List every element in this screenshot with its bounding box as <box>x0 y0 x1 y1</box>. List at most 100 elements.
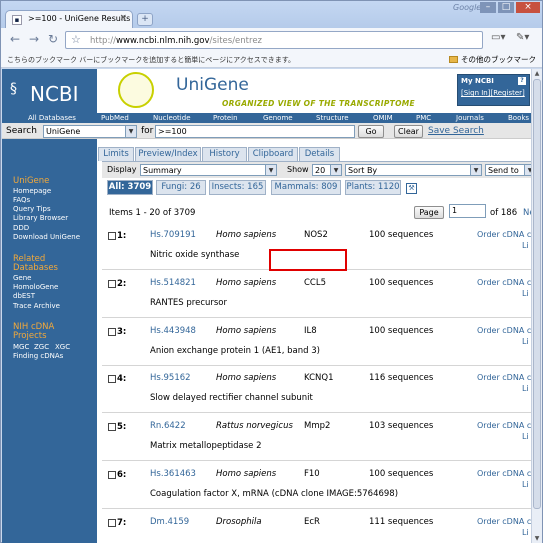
forward-icon[interactable]: → <box>26 32 42 48</box>
links-link[interactable]: Li <box>522 432 529 441</box>
filter-mammals[interactable]: Mammals: 809 <box>271 180 341 195</box>
dbnav-item[interactable]: Journals <box>456 114 484 122</box>
accession-link[interactable]: Hs.95162 <box>150 373 191 383</box>
settings-icon[interactable]: ⚒ <box>406 183 417 194</box>
order-cdna-link[interactable]: Order cDNA clo <box>477 517 531 526</box>
tab-history[interactable]: History <box>202 147 247 161</box>
sidebar-item-xgc[interactable]: XGC <box>55 343 70 351</box>
sidebar-item-homepage[interactable]: Homepage <box>13 187 51 195</box>
accession-link[interactable]: Hs.709191 <box>150 230 196 240</box>
sidebar-item-finding-cdnas[interactable]: Finding cDNAs <box>13 352 63 360</box>
order-cdna-link[interactable]: Order cDNA clo <box>477 278 531 287</box>
dbnav-item[interactable]: Structure <box>316 114 349 122</box>
links-link[interactable]: Li <box>522 241 529 250</box>
help-icon[interactable]: ? <box>518 77 526 85</box>
other-bookmarks[interactable]: その他のブックマーク <box>449 54 536 65</box>
tab-preview-index[interactable]: Preview/Index <box>135 147 201 161</box>
row-checkbox[interactable] <box>108 375 116 383</box>
dbnav-item[interactable]: Nucleotide <box>153 114 191 122</box>
row-checkbox[interactable] <box>108 423 116 431</box>
dbnav-item[interactable]: OMIM <box>373 114 393 122</box>
sign-in-link[interactable]: [Sign In] <box>461 89 490 97</box>
dbnav-item[interactable]: Books <box>508 114 529 122</box>
sort-select[interactable]: Sort By ▼ <box>345 164 482 176</box>
accession-link[interactable]: Hs.443948 <box>150 326 196 336</box>
tab-clipboard[interactable]: Clipboard <box>248 147 298 161</box>
accession-link[interactable]: Rn.6422 <box>150 421 186 431</box>
sidebar-item-faqs[interactable]: FAQs <box>13 196 30 204</box>
back-icon[interactable]: ← <box>7 32 23 48</box>
accession-link[interactable]: Dm.4159 <box>150 517 189 527</box>
page-menu-icon[interactable]: ▭▾ <box>491 32 505 43</box>
close-window-icon[interactable]: × <box>516 2 540 13</box>
new-tab-button[interactable]: + <box>137 13 153 26</box>
wrench-icon[interactable]: ✎▾ <box>516 32 529 43</box>
bookmark-star-icon[interactable]: ☆ <box>71 33 81 46</box>
database-select[interactable]: UniGene ▼ <box>43 125 137 138</box>
reload-icon[interactable]: ↻ <box>45 32 61 48</box>
sidebar-item-query-tips[interactable]: Query Tips <box>13 205 51 213</box>
order-cdna-link[interactable]: Order cDNA clo <box>477 469 531 478</box>
dbnav-item[interactable]: Genome <box>263 114 293 122</box>
sidebar-item-download[interactable]: Download UniGene <box>13 233 80 241</box>
filter-all[interactable]: All: 3709 <box>107 180 153 195</box>
page-number-input[interactable]: 1 <box>449 204 486 218</box>
row-checkbox[interactable] <box>108 328 116 336</box>
sidebar-item-ddd[interactable]: DDD <box>13 224 29 232</box>
sidebar-item-trace-archive[interactable]: Trace Archive <box>13 302 60 310</box>
next-link[interactable]: Ne <box>523 208 531 218</box>
sidebar-item-gene[interactable]: Gene <box>13 274 31 282</box>
maximize-icon[interactable]: □ <box>498 2 514 13</box>
send-to-select[interactable]: Send to▼ <box>485 164 531 176</box>
filter-insects[interactable]: Insects: 165 <box>209 180 266 195</box>
scroll-up-icon[interactable]: ▲ <box>532 69 542 78</box>
order-cdna-link[interactable]: Order cDNA clo <box>477 230 531 239</box>
scrollbar-thumb[interactable] <box>533 79 541 509</box>
tab-details[interactable]: Details <box>299 147 340 161</box>
search-input[interactable]: >=100 <box>155 125 355 138</box>
links-link[interactable]: Li <box>522 337 529 346</box>
sidebar-item-zgc[interactable]: ZGC <box>34 343 49 351</box>
vertical-scrollbar[interactable]: ▲ ▼ <box>531 69 542 543</box>
links-link[interactable]: Li <box>522 528 529 537</box>
address-bar[interactable]: ☆ http://www.ncbi.nlm.nih.gov/sites/entr… <box>65 31 483 49</box>
dbnav-item[interactable]: All Databases <box>28 114 76 122</box>
order-cdna-link[interactable]: Order cDNA clo <box>477 421 531 430</box>
save-search-link[interactable]: Save Search <box>428 126 484 136</box>
register-link[interactable]: [Register] <box>490 89 524 97</box>
tab-limits[interactable]: Limits <box>98 147 134 161</box>
tab-title: >=100 - UniGene Results <box>28 14 131 23</box>
links-link[interactable]: Li <box>522 480 529 489</box>
links-link[interactable]: Li <box>522 289 529 298</box>
row-checkbox[interactable] <box>108 232 116 240</box>
results-panel: Display Summary ▼ Show 20 ▼ Sort By ▼ Send … <box>102 161 531 543</box>
order-cdna-link[interactable]: Order cDNA clo <box>477 373 531 382</box>
go-button[interactable]: Go <box>358 125 384 138</box>
ncbi-logo[interactable]: § NCBI <box>2 69 97 113</box>
sidebar-item-library-browser[interactable]: Library Browser <box>13 214 68 222</box>
links-link[interactable]: Li <box>522 384 529 393</box>
dbnav-item[interactable]: PMC <box>416 114 431 122</box>
unigene-logo-icon <box>118 72 154 108</box>
sidebar-item-mgc[interactable]: MGC <box>13 343 29 351</box>
minimize-icon[interactable]: – <box>480 2 496 13</box>
row-checkbox[interactable] <box>108 280 116 288</box>
filter-plants[interactable]: Plants: 1120 <box>345 180 401 195</box>
page-button[interactable]: Page <box>414 206 444 219</box>
dbnav-item[interactable]: Protein <box>213 114 238 122</box>
accession-link[interactable]: Hs.361463 <box>150 469 196 479</box>
row-checkbox[interactable] <box>108 519 116 527</box>
row-checkbox[interactable] <box>108 471 116 479</box>
sidebar-item-dbest[interactable]: dbEST <box>13 292 35 300</box>
order-cdna-link[interactable]: Order cDNA clo <box>477 326 531 335</box>
count-select[interactable]: 20 ▼ <box>312 164 342 176</box>
dbnav-item[interactable]: PubMed <box>101 114 129 122</box>
filter-fungi[interactable]: Fungi: 26 <box>156 180 206 195</box>
clear-button[interactable]: Clear <box>394 125 423 138</box>
format-select[interactable]: Summary ▼ <box>140 164 277 176</box>
sidebar-item-homologene[interactable]: HomoloGene <box>13 283 58 291</box>
scroll-down-icon[interactable]: ▼ <box>532 534 542 543</box>
browser-tab[interactable]: ▪ >=100 - UniGene Results × <box>5 10 133 28</box>
close-tab-icon[interactable]: × <box>119 13 127 23</box>
accession-link[interactable]: Hs.514821 <box>150 278 196 288</box>
